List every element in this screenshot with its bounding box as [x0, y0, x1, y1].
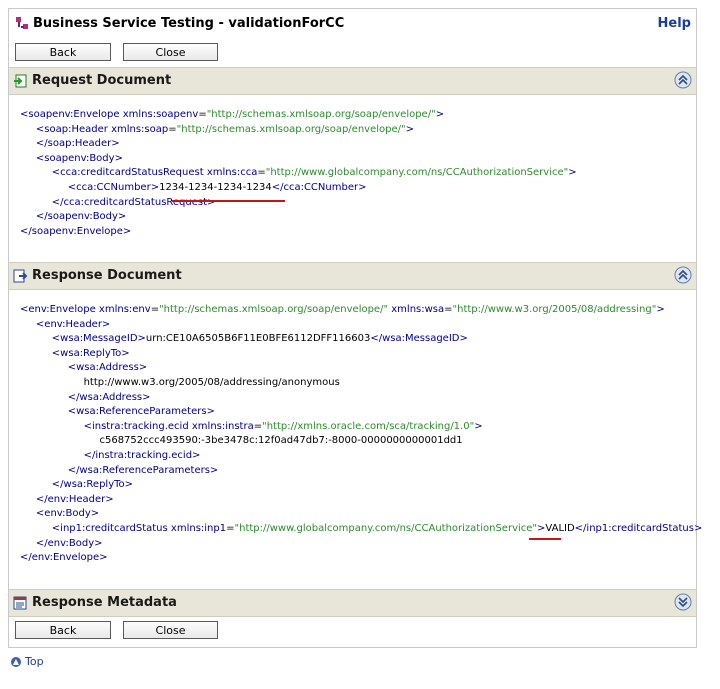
response-xml: <env:Envelope xmlns:env="http://schemas.… [20, 303, 702, 566]
xml-line: </cca:creditcardStatusRequest> [51, 196, 216, 208]
document-out-icon [13, 269, 27, 283]
top-button-row: Back Close [9, 40, 696, 66]
xml-line: <wsa:Address> [67, 362, 148, 374]
collapse-up-icon[interactable] [674, 266, 692, 284]
xml-line: http://www.w3.org/2005/08/addressing/ano… [83, 376, 340, 388]
request-document-title: Request Document [32, 73, 172, 88]
xml-line: <wsa:ReferenceParameters> [67, 406, 215, 418]
xml-line: <wsa:MessageID>urn:CE10A6505B6F11E0BFE61… [51, 333, 468, 345]
document-in-icon [14, 74, 27, 88]
xml-line: <cca:CCNumber>1234-1234-1234-1234</cca:C… [67, 181, 367, 193]
xml-line: <soapenv:Envelope xmlns:soapenv="http://… [20, 109, 445, 120]
xml-line: </env:Envelope> [20, 552, 108, 564]
close-button[interactable]: Close [123, 621, 218, 639]
business-service-test-panel: Business Service Testing - validationFor… [8, 8, 702, 648]
xml-line: <env:Body> [35, 508, 100, 520]
xml-line: </instra:tracking.ecid> [83, 449, 201, 461]
xml-line: <soap:Header xmlns:soap="http://schemas.… [35, 123, 414, 135]
top-link[interactable]: ▲ Top [11, 655, 44, 668]
expand-down-icon[interactable] [674, 593, 692, 611]
page-title: Business Service Testing - validationFor… [33, 16, 345, 31]
response-document-title: Response Document [32, 268, 182, 283]
xml-line: <env:Header> [35, 318, 111, 330]
xml-line: </wsa:Address> [67, 391, 151, 403]
response-metadata-header[interactable]: Response Metadata [9, 589, 696, 617]
help-link[interactable]: Help [658, 16, 691, 31]
status-highlight [529, 538, 561, 540]
close-button[interactable]: Close [123, 43, 218, 61]
back-button[interactable]: Back [15, 621, 111, 639]
xml-line: </env:Body> [35, 537, 103, 549]
cc-number-value: 1234-1234-1234-1234 [159, 181, 272, 193]
request-document-header[interactable]: Request Document [9, 67, 696, 95]
xml-line: </soapenv:Body> [35, 211, 127, 223]
xml-line: <cca:creditcardStatusRequest xmlns:cca="… [51, 167, 577, 179]
xml-line: <instra:tracking.ecid xmlns:instra="http… [83, 420, 483, 432]
xml-line: </soap:Header> [35, 138, 120, 150]
xml-line: <soapenv:Body> [35, 152, 123, 164]
service-test-icon [16, 17, 28, 29]
xml-line: </wsa:ReplyTo> [51, 479, 134, 491]
xml-line: </soapenv:Envelope> [20, 225, 132, 237]
bottom-button-row: Back Close [9, 618, 696, 644]
xml-line: <env:Envelope xmlns:env="http://schemas.… [20, 304, 665, 315]
xml-line: <wsa:ReplyTo> [51, 347, 130, 359]
status-value: VALID [545, 522, 575, 534]
metadata-icon [13, 596, 27, 610]
xml-line: </wsa:ReferenceParameters> [67, 464, 219, 476]
xml-line: </env:Header> [35, 493, 114, 505]
collapse-up-icon[interactable] [674, 71, 692, 89]
response-document-header[interactable]: Response Document [9, 262, 696, 290]
request-xml: <soapenv:Envelope xmlns:soapenv="http://… [20, 108, 577, 239]
xml-line: c568752ccc493590:-3be3478c:12f0ad47db7:-… [99, 435, 463, 447]
response-metadata-title: Response Metadata [32, 595, 177, 610]
xml-line: <inp1:creditcardStatus xmlns:inp1="http:… [51, 522, 703, 534]
arrow-up-icon: ▲ [11, 657, 21, 667]
title-bar: Business Service Testing - validationFor… [9, 9, 696, 39]
cc-number-highlight [172, 200, 285, 202]
back-button[interactable]: Back [15, 43, 111, 61]
